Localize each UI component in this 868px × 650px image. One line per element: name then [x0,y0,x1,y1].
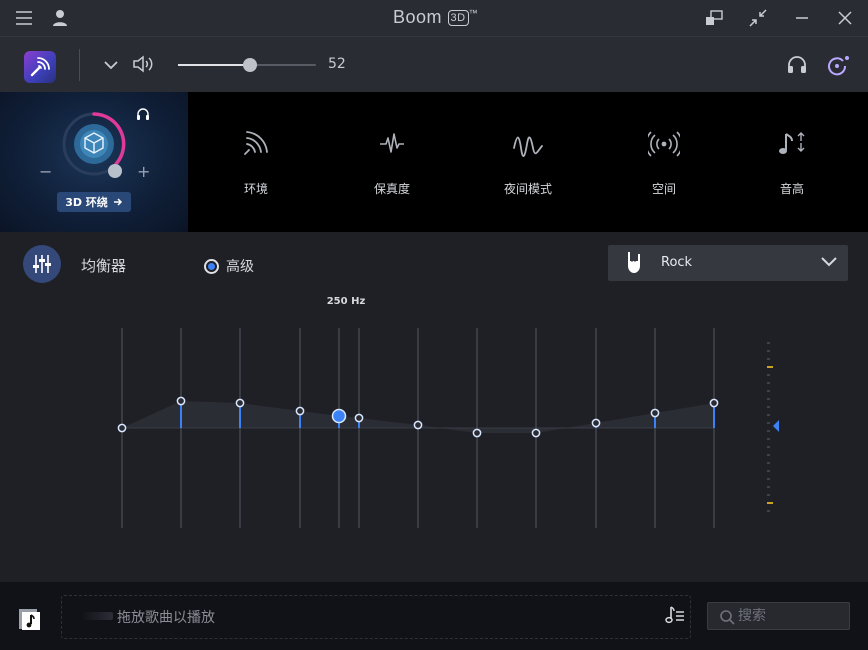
trademark: ™ [468,8,479,18]
drop-text: 拖放歌曲以播放 [117,610,215,626]
chevron-down-icon [821,257,837,267]
equalizer-toggle[interactable] [23,245,61,283]
search-box[interactable] [707,602,850,630]
app-title-3d: 3D [447,10,469,26]
broadcast-icon [648,131,680,157]
equalizer-title: 均衡器 [81,257,127,275]
music-note-icon [779,132,805,154]
search-icon [720,610,735,625]
preamp-tick [767,470,770,472]
preamp-tick [767,478,770,480]
drop-progress-bar [81,612,113,620]
toolbar: 52 [0,36,868,92]
effect-label: 夜间模式 [503,182,552,196]
preamp-tick [767,446,770,448]
menu-icon[interactable] [14,8,34,28]
equalizer-graph[interactable] [0,300,868,550]
effect-label: 保真度 [373,182,410,196]
eq-band-knob[interactable] [413,420,423,430]
eq-band-knob-active[interactable] [331,408,347,424]
arrow-right-icon [113,198,122,206]
preamp-tick [767,422,770,424]
sliders-icon [33,255,51,273]
playlist-icon[interactable] [664,604,686,626]
preamp-tick [767,510,770,512]
preamp-tick [767,342,770,344]
wave-icon [513,136,543,157]
surround-3d-button[interactable]: 3D 环绕 [57,192,131,212]
preamp-tick [767,462,770,464]
surround-panel: − + 3D 环绕 [0,92,188,232]
mini-player-icon[interactable] [704,8,724,28]
preamp-tick [767,414,770,416]
eq-band-knob[interactable] [354,413,364,423]
preamp-tick [767,358,770,360]
preamp-indicator[interactable] [773,420,779,432]
headphones-small-icon [136,106,150,120]
preamp-tick [767,398,770,400]
eq-band-knob[interactable] [591,418,601,428]
effect-night-mode[interactable]: 夜间模式 [478,92,578,232]
close-icon[interactable] [835,8,855,28]
eq-band-knob[interactable] [176,396,186,406]
eq-band-knob[interactable] [117,423,127,433]
eq-band-knob[interactable] [472,428,482,438]
eq-band-knob[interactable] [650,408,660,418]
wifi-signal-icon [244,131,268,155]
effect-fidelity[interactable]: 保真度 [342,92,442,232]
preamp-tick [767,366,773,368]
boom-remote-icon[interactable] [826,53,850,77]
effect-label: 环境 [243,182,268,196]
boom-logo[interactable] [24,51,56,83]
radio-button[interactable] [204,258,219,274]
minimize-icon[interactable] [792,8,812,28]
waveform-icon [380,133,404,153]
preamp-tick [767,502,773,504]
effect-ambience[interactable]: 环境 [206,92,306,232]
eq-band-knob[interactable] [235,398,245,408]
title-bar: Boom 3D ™ [0,0,868,36]
eq-band-knob[interactable] [709,398,719,408]
app-title-text: Boom [393,7,443,27]
preset-name: Rock [661,255,693,270]
search-input[interactable] [738,606,846,626]
rock-hand-icon [628,252,640,273]
volume-slider-knob[interactable] [242,58,257,72]
effect-label: 空间 [651,182,676,196]
effect-label: 音高 [779,182,804,196]
volume-value: 52 [328,56,346,72]
surround-minus[interactable]: − [39,162,52,181]
volume-slider[interactable] [178,58,316,72]
eq-band-knob[interactable] [531,428,541,438]
app-title: Boom 3D ™ [393,7,478,28]
surround-3d-label: 3D 环绕 [65,196,108,209]
speaker-icon[interactable] [131,54,155,74]
preset-dropdown[interactable]: Rock [608,245,848,281]
shrink-icon[interactable] [748,8,768,28]
effect-spatial[interactable]: 空间 [614,92,714,232]
preamp-tick [767,494,770,496]
headphones-icon[interactable] [786,53,808,75]
preamp-tick [767,350,770,352]
chevron-down-icon[interactable] [101,55,121,75]
effect-pitch[interactable]: 音高 [742,92,842,232]
toolbar-divider [79,49,80,81]
advanced-mode-radio[interactable]: 高级 [204,256,254,276]
preamp-tick [767,486,770,488]
preamp-tick [767,438,770,440]
volume-slider-fill [178,64,250,66]
music-file-icon[interactable] [18,608,42,632]
surround-dial-knob[interactable] [108,164,122,178]
eq-band-knob[interactable] [295,406,305,416]
effects-panel: − + 3D 环绕 环境 保真度 夜间模式 空间 音高 [0,92,868,232]
preamp-tick [767,406,770,408]
preamp-tick [767,454,770,456]
preamp-tick [767,390,770,392]
preamp-tick [767,374,770,376]
surround-plus[interactable]: + [137,162,150,181]
user-icon[interactable] [50,8,70,28]
advanced-mode-label: 高级 [226,259,254,275]
preamp-tick [767,430,770,432]
preamp-tick [767,382,770,384]
